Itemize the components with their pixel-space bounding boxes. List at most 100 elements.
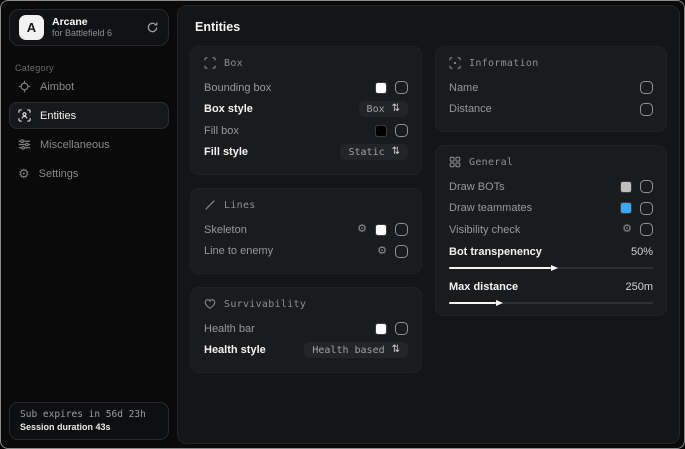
setting-label: Health style: [204, 344, 266, 356]
app-subtitle: for Battlefield 6: [52, 28, 138, 38]
survivability-card-header: Survivability: [204, 298, 408, 310]
app-header-card: A Arcane for Battlefield 6: [9, 9, 169, 46]
box-card-header: Box: [204, 57, 408, 69]
setting-label: Box style: [204, 103, 253, 115]
sidebar-item-miscellaneous[interactable]: Miscellaneous: [9, 131, 169, 158]
slider-label: Bot transpenency: [449, 246, 542, 258]
setting-row-distance: Distance: [449, 99, 653, 121]
setting-label: Distance: [449, 103, 492, 115]
name-checkbox[interactable]: [640, 81, 653, 94]
setting-row-draw-bots: Draw BOTs: [449, 176, 653, 198]
sidebar-item-label: Entities: [40, 110, 76, 122]
setting-row-line-to-enemy: Line to enemy ⚙: [204, 241, 408, 263]
information-card-header: Information: [449, 57, 653, 69]
sidebar-item-aimbot[interactable]: Aimbot: [9, 73, 169, 100]
draw-teammates-checkbox[interactable]: [640, 202, 653, 215]
sidebar-nav: Aimbot Entities: [9, 73, 169, 189]
sub-expiry-text: Sub expires in 56d 23h: [20, 409, 158, 420]
color-swatch[interactable]: [620, 202, 632, 214]
setting-row-draw-teammates: Draw teammates: [449, 198, 653, 220]
information-card: Information Name Distance: [435, 46, 667, 132]
updown-arrows-icon: ⇅: [392, 147, 400, 157]
color-swatch[interactable]: [375, 224, 387, 236]
setting-label: Line to enemy: [204, 245, 273, 257]
setting-row-bounding-box: Bounding box: [204, 77, 408, 99]
bot-transparency-slider[interactable]: [449, 267, 653, 269]
setting-label: Fill box: [204, 125, 239, 137]
grid-icon: [449, 156, 461, 168]
main-panel: Entities Box Bounding box: [177, 5, 680, 444]
sidebar-item-label: Aimbot: [40, 81, 74, 93]
crosshair-icon: [18, 80, 31, 93]
gear-icon[interactable]: ⚙: [622, 224, 632, 235]
slider-label: Max distance: [449, 281, 518, 293]
box-select-icon: [204, 57, 216, 69]
slider-thumb[interactable]: [496, 300, 503, 306]
page-title: Entities: [195, 20, 679, 34]
distance-checkbox[interactable]: [640, 103, 653, 116]
sidebar-item-label: Miscellaneous: [40, 139, 110, 151]
setting-row-visibility-check: Visibility check ⚙: [449, 219, 653, 241]
card-title: General: [469, 157, 513, 168]
color-swatch[interactable]: [620, 181, 632, 193]
session-duration-text: Session duration 43s: [20, 422, 158, 432]
setting-label: Name: [449, 82, 478, 94]
setting-label: Health bar: [204, 323, 255, 335]
dropdown-value: Static: [348, 147, 384, 158]
setting-row-skeleton: Skeleton ⚙: [204, 219, 408, 241]
box-card: Box Bounding box Box style Box ⇅: [190, 46, 422, 175]
setting-row-box-style: Box style Box ⇅: [204, 99, 408, 121]
setting-row-health-style: Health style Health based ⇅: [204, 340, 408, 362]
gear-icon[interactable]: ⚙: [357, 224, 367, 235]
setting-row-health-bar: Health bar: [204, 318, 408, 340]
left-column: Box Bounding box Box style Box ⇅: [190, 46, 422, 386]
updown-arrows-icon: ⇅: [392, 345, 400, 355]
app-logo: A: [19, 15, 44, 40]
box-style-dropdown[interactable]: Box ⇅: [359, 101, 408, 117]
max-distance-slider[interactable]: [449, 302, 653, 304]
fill-box-checkbox[interactable]: [395, 124, 408, 137]
setting-label: Bounding box: [204, 82, 271, 94]
setting-label: Skeleton: [204, 224, 247, 236]
lines-card: Lines Skeleton ⚙ Line to enemy ⚙: [190, 188, 422, 274]
color-swatch[interactable]: [375, 323, 387, 335]
information-icon: [449, 57, 461, 69]
sidebar-item-entities[interactable]: Entities: [9, 102, 169, 129]
slider-fill: [449, 302, 496, 304]
sliders-icon: [18, 138, 31, 151]
skeleton-checkbox[interactable]: [395, 223, 408, 236]
draw-bots-checkbox[interactable]: [640, 180, 653, 193]
bounding-box-checkbox[interactable]: [395, 81, 408, 94]
sidebar: A Arcane for Battlefield 6 Category: [1, 1, 177, 448]
slider-thumb[interactable]: [551, 265, 558, 271]
fill-style-dropdown[interactable]: Static ⇅: [340, 144, 408, 160]
card-title: Lines: [224, 200, 256, 211]
gear-icon: ⚙: [18, 167, 30, 180]
columns: Box Bounding box Box style Box ⇅: [190, 46, 667, 386]
general-card: General Draw BOTs Draw teammates: [435, 145, 667, 316]
setting-row-fill-box: Fill box: [204, 120, 408, 142]
gear-icon[interactable]: ⚙: [377, 246, 387, 257]
card-title: Survivability: [224, 299, 306, 310]
entities-icon: [18, 109, 31, 122]
line-to-enemy-checkbox[interactable]: [395, 245, 408, 258]
visibility-check-checkbox[interactable]: [640, 223, 653, 236]
lines-card-header: Lines: [204, 199, 408, 211]
category-label: Category: [15, 63, 177, 73]
color-swatch[interactable]: [375, 125, 387, 137]
color-swatch[interactable]: [375, 82, 387, 94]
refresh-icon[interactable]: [146, 21, 159, 34]
subscription-card: Sub expires in 56d 23h Session duration …: [9, 402, 169, 440]
card-title: Information: [469, 58, 539, 69]
dropdown-value: Box: [367, 104, 385, 115]
app-title: Arcane: [52, 16, 138, 28]
general-card-header: General: [449, 156, 653, 168]
card-title: Box: [224, 58, 243, 69]
sidebar-item-label: Settings: [39, 168, 79, 180]
sidebar-item-settings[interactable]: ⚙ Settings: [9, 160, 169, 187]
health-style-dropdown[interactable]: Health based ⇅: [304, 342, 408, 358]
heart-icon: [204, 298, 216, 310]
health-bar-checkbox[interactable]: [395, 322, 408, 335]
setting-label: Draw teammates: [449, 202, 532, 214]
setting-label: Fill style: [204, 146, 248, 158]
